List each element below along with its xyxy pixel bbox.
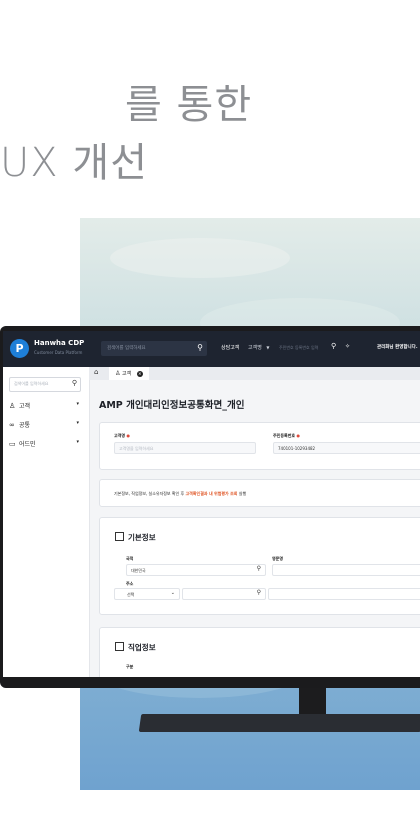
customer-name-label-text: 고객명	[114, 433, 126, 438]
notice-text: 기본정보, 직업정보, 실소유자정보 확인 후 고객확인결과 내 위험평가 조회…	[114, 491, 246, 497]
link-icon: ∞	[9, 421, 15, 429]
address-type-value: 선택	[127, 591, 135, 597]
app-screen: P Hanwha CDP Customer Data Platform 검색어를…	[3, 331, 420, 677]
person-icon: ♙	[9, 402, 16, 410]
search-icon[interactable]: ⚲	[197, 343, 203, 352]
address-type-select[interactable]: 선택 ⌄	[114, 588, 180, 600]
sidebar-item-common[interactable]: ∞ 공통 ▾	[9, 420, 81, 432]
notice-suffix: 실행	[237, 491, 247, 496]
customer-name-placeholder: 고객명을 입력하세요	[119, 445, 154, 451]
person-icon: ♙	[115, 370, 121, 377]
app-header: P Hanwha CDP Customer Data Platform 검색어를…	[3, 331, 420, 367]
sidebar-item-label: 공통	[19, 422, 31, 429]
user-greeting: 관리화님 환영합니다.	[377, 345, 418, 350]
search-icon[interactable]: ⚲	[331, 342, 336, 350]
close-icon[interactable]: ✕	[136, 371, 143, 377]
hero-line-2: UX 개선	[0, 140, 148, 186]
nationality-input[interactable]: 대한민국 ⚲	[126, 564, 266, 576]
chevron-down-icon: ▾	[76, 439, 79, 445]
home-icon[interactable]: ⌂	[94, 368, 98, 376]
address-search-input[interactable]: ⚲	[182, 588, 266, 600]
nationality-value: 대한민국	[131, 567, 146, 573]
rrn-label: 주민등록번호 ●	[273, 433, 300, 439]
id-number-input[interactable]: 주민번호 등록번호 입력	[279, 345, 318, 351]
customer-type-select[interactable]: 고객명 ▼	[248, 344, 269, 351]
logo-icon[interactable]: P	[10, 339, 29, 358]
sidebar-item-label: 고객	[19, 403, 31, 410]
sidebar-item-customer[interactable]: ♙ 고객 ▾	[9, 401, 81, 413]
rrn-label-text: 주민등록번호	[273, 433, 296, 438]
tab-customer[interactable]: ♙ 고객 ✕	[109, 367, 149, 380]
address-label: 주소	[126, 581, 134, 586]
search-icon[interactable]: ⚲	[257, 565, 261, 572]
notice-prefix: 기본정보, 직업정보, 실소유자정보 확인 후	[114, 491, 186, 496]
job-info-card: 직업정보 구분	[99, 627, 420, 677]
required-mark: ●	[296, 433, 301, 438]
tab-bar: ⌂ ♙ 고객 ✕	[89, 367, 420, 380]
page-title: AMP 개인대리인정보공통화면_개인	[99, 400, 245, 411]
sidebar: 검색어를 입력하세요 ⚲ ♙ 고객 ▾ ∞ 공통 ▾ ▭ 어드민 ▾	[3, 367, 90, 677]
hero-line-1: 를 통한	[125, 82, 253, 128]
global-search-input[interactable]: 검색어를 입력하세요 ⚲	[101, 341, 207, 356]
job-info-title-text: 직업정보	[128, 643, 156, 652]
chevron-down-icon: ▼	[266, 345, 270, 350]
rrn-value: 740101-10293482	[278, 445, 316, 451]
basic-info-title: 기본정보	[115, 532, 156, 543]
sidebar-search-input[interactable]: 검색어를 입력하세요 ⚲	[9, 377, 81, 392]
ident-card: 고객명 ● 고객명을 입력하세요 주민등록번호 ● 740101-1029348…	[99, 422, 420, 470]
nationality-label: 국적	[126, 556, 134, 561]
monitor-icon: ▭	[9, 440, 16, 448]
job-info-title: 직업정보	[115, 642, 156, 653]
document-icon	[115, 532, 124, 541]
sidebar-item-admin[interactable]: ▭ 어드민 ▾	[9, 439, 81, 451]
tab-customer-label: 고객	[121, 371, 132, 377]
job-type-label: 구분	[126, 664, 134, 669]
brand-title: Hanwha CDP	[34, 339, 85, 347]
address-detail-input[interactable]	[268, 588, 420, 600]
customer-type-value: 고객명	[248, 345, 262, 351]
notice-card: 기본정보, 직업정보, 실소유자정보 확인 후 고객확인결과 내 위험평가 조회…	[99, 479, 420, 507]
customer-name-input[interactable]: 고객명을 입력하세요	[114, 442, 256, 454]
chevron-down-icon: ▾	[76, 420, 79, 426]
basic-info-card: 기본정보 국적 대한민국 ⚲ 영문명 주소 선택 ⌄ ⚲	[99, 517, 420, 615]
chevron-down-icon: ⌄	[170, 590, 175, 596]
search-icon[interactable]: ⚲	[257, 589, 261, 596]
pin-icon[interactable]: ✧	[345, 343, 350, 350]
required-mark: ●	[126, 433, 130, 438]
english-name-label: 영문명	[272, 556, 284, 561]
customer-name-label: 고객명 ●	[114, 433, 130, 439]
briefcase-icon	[115, 642, 124, 651]
basic-info-title-text: 기본정보	[128, 533, 156, 542]
monitor-stand-base	[138, 714, 420, 732]
english-name-input[interactable]	[272, 564, 420, 576]
rrn-input[interactable]: 740101-10293482	[273, 442, 420, 454]
chevron-down-icon: ▾	[76, 401, 79, 407]
brand-subtitle: Customer Data Platform	[34, 350, 83, 355]
monitor-frame: P Hanwha CDP Customer Data Platform 검색어를…	[0, 326, 420, 688]
search-icon[interactable]: ⚲	[72, 379, 77, 387]
global-search-placeholder: 검색어를 입력하세요	[107, 346, 146, 351]
sidebar-item-label: 어드민	[19, 441, 36, 448]
consult-customer-link[interactable]: 상담고객	[221, 344, 239, 351]
sidebar-search-placeholder: 검색어를 입력하세요	[14, 381, 49, 386]
notice-highlight-link[interactable]: 고객확인결과 내 위험평가 조회	[185, 491, 237, 496]
